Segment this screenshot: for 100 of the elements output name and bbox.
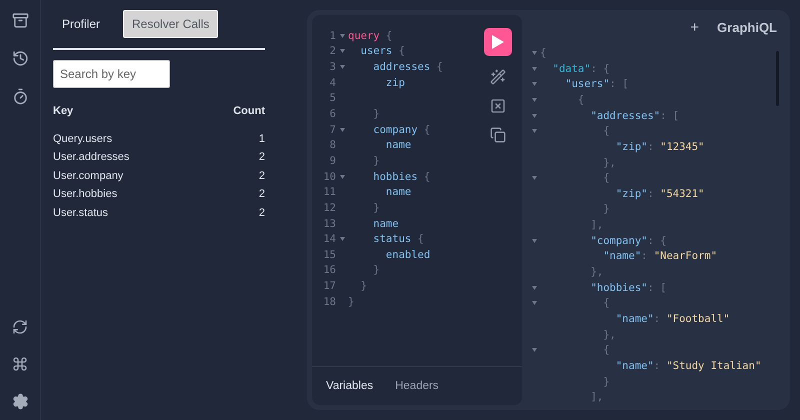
editor-tab[interactable]: Variables — [326, 380, 374, 392]
count-cell: 2 — [258, 170, 265, 182]
code-line: hobbies { — [372, 170, 430, 183]
stopwatch-icon[interactable] — [12, 88, 28, 105]
code-line: "name": "NearForm" — [602, 250, 718, 262]
code-line: "data": { — [552, 62, 610, 75]
fold-arrow-icon[interactable] — [532, 66, 536, 71]
code-line: company { — [372, 124, 430, 136]
code-line: ], — [590, 219, 604, 232]
fold-arrow-icon[interactable] — [532, 51, 536, 56]
code-line: { — [540, 47, 546, 60]
code-line: query { — [348, 30, 392, 42]
code-line: { — [602, 125, 610, 138]
code-line: } — [602, 376, 610, 388]
code-line: status { — [372, 233, 424, 246]
code-line: } — [348, 296, 354, 308]
code-line: "company": { — [590, 234, 666, 247]
line-number: 12 — [322, 202, 336, 214]
key-cell: User.company — [53, 170, 124, 182]
line-number: 13 — [322, 218, 336, 230]
code-line: { — [602, 172, 610, 184]
copy-icon[interactable] — [490, 127, 506, 143]
code-line: addresses { — [372, 61, 443, 74]
history-icon[interactable] — [12, 50, 28, 67]
column-header: Count — [233, 105, 265, 118]
code-line: "name": "Study Italian" — [614, 360, 762, 372]
line-number: 17 — [322, 280, 336, 292]
graphiql-logo: GraphiQL — [717, 20, 777, 36]
play-icon — [492, 35, 504, 49]
line-number: 5 — [328, 92, 336, 104]
archive-icon[interactable] — [12, 12, 28, 29]
refresh-icon[interactable] — [12, 319, 28, 335]
fold-arrow-icon[interactable] — [340, 174, 344, 179]
line-number: 15 — [322, 248, 336, 261]
fold-arrow-icon[interactable] — [340, 237, 344, 242]
line-number: 9 — [328, 154, 336, 167]
key-cell: User.addresses — [53, 151, 130, 164]
fold-arrow-icon[interactable] — [532, 114, 536, 118]
fold-arrow-icon[interactable] — [340, 128, 344, 132]
code-line: } — [372, 264, 380, 276]
fold-arrow-icon[interactable] — [532, 98, 536, 102]
code-line: }, — [602, 156, 616, 169]
code-line: } — [372, 108, 380, 120]
fold-arrow-icon[interactable] — [340, 49, 344, 54]
code-line: } — [372, 154, 380, 167]
line-number: 2 — [328, 45, 336, 58]
count-cell: 2 — [258, 206, 265, 219]
code-line: }, — [590, 266, 604, 278]
line-number: 7 — [328, 124, 336, 136]
line-number: 14 — [322, 233, 336, 246]
code-line: } — [372, 202, 380, 214]
code-line: name — [372, 218, 399, 230]
code-line: "users": [ — [564, 78, 629, 90]
line-number: 1 — [328, 30, 336, 42]
plugin-tab[interactable]: Profiler — [53, 10, 110, 38]
line-number: 3 — [328, 61, 336, 74]
fold-arrow-icon[interactable] — [532, 348, 536, 352]
line-number: 6 — [328, 108, 336, 120]
prettify-icon[interactable] — [490, 69, 506, 85]
code-line: name — [384, 139, 412, 152]
key-cell: Query.users — [53, 132, 112, 145]
code-line: "zip": "54321" — [614, 188, 704, 200]
column-header: Key — [53, 105, 74, 118]
code-line: } — [360, 280, 367, 292]
plugin-tab[interactable]: Resolver Calls — [123, 10, 218, 38]
run-button[interactable] — [484, 28, 512, 56]
code-line: name — [384, 186, 412, 198]
fold-arrow-icon[interactable] — [532, 286, 536, 290]
code-line: enabled — [384, 248, 430, 261]
fold-arrow-icon[interactable] — [532, 301, 536, 306]
add-tab-button[interactable]: + — [690, 19, 700, 36]
code-line: ], — [590, 391, 604, 404]
search-field[interactable]: Search by key — [53, 60, 170, 88]
line-number: 10 — [322, 170, 336, 183]
code-line: { — [576, 94, 584, 106]
code-line: } — [602, 203, 610, 216]
fold-arrow-icon[interactable] — [532, 176, 536, 180]
line-number: 4 — [328, 76, 336, 89]
command-icon[interactable] — [12, 356, 28, 372]
count-cell: 2 — [258, 188, 265, 200]
line-number: 11 — [322, 186, 336, 198]
fold-arrow-icon[interactable] — [532, 82, 536, 86]
fold-arrow-icon[interactable] — [532, 238, 536, 243]
fold-arrow-icon[interactable] — [340, 65, 344, 70]
code-line: "name": "Football" — [614, 312, 730, 325]
code-line: zip — [384, 76, 405, 89]
code-line: { — [602, 344, 610, 356]
fold-arrow-icon[interactable] — [340, 34, 344, 38]
code-line: "addresses": [ — [590, 110, 680, 122]
code-line: users { — [360, 45, 405, 58]
count-cell: 2 — [258, 151, 265, 164]
code-line: "zip": "12345" — [614, 140, 704, 153]
fold-arrow-icon[interactable] — [532, 129, 536, 134]
key-cell: User.status — [53, 206, 108, 219]
merge-icon[interactable] — [490, 98, 506, 114]
editor-tab[interactable]: Headers — [395, 380, 439, 392]
count-cell: 1 — [258, 132, 265, 145]
code-line: { — [602, 297, 610, 310]
line-number: 8 — [328, 139, 336, 152]
line-number: 16 — [322, 264, 336, 276]
